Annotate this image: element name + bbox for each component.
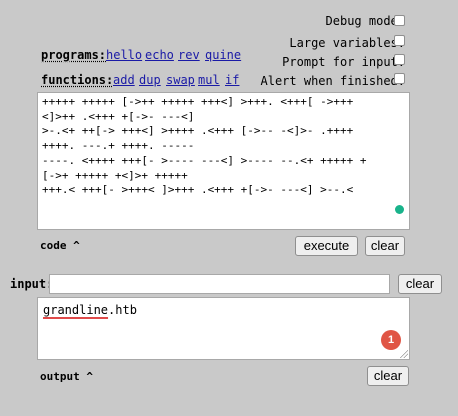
function-link-dup[interactable]: dup (139, 73, 161, 87)
clear-output-button[interactable]: clear (367, 366, 409, 386)
program-link-echo[interactable]: echo (145, 48, 174, 62)
alert-when-finished-label: Alert when finished: (260, 74, 406, 88)
code-line: <]>++ .<+++ +[->- ---<] (42, 109, 195, 123)
resize-handle[interactable] (400, 350, 408, 358)
input-label: input: (10, 277, 54, 291)
output-area: grandline.htb 1 (37, 297, 410, 360)
prompt-for-input-label: Prompt for input: (282, 55, 405, 69)
execute-button[interactable]: execute (295, 236, 358, 256)
code-editor[interactable]: +++++ +++++ [->++ +++++ +++<] >+++. <+++… (37, 92, 410, 230)
large-variables-label: Large variables: (289, 36, 405, 50)
function-link-add[interactable]: add (113, 73, 135, 87)
program-link-rev[interactable]: rev (178, 48, 200, 62)
code-line: ----. <++++ +++[- >---- ---<] >---- --.<… (42, 153, 367, 167)
functions-label: functions: (41, 73, 114, 87)
program-link-hello[interactable]: hello (106, 48, 142, 62)
alert-when-finished-checkbox[interactable] (394, 73, 405, 84)
output-section-toggle[interactable]: output ^ (40, 370, 93, 383)
code-section-toggle[interactable]: code ^ (40, 239, 80, 252)
program-link-quine[interactable]: quine (205, 48, 241, 62)
large-variables-checkbox[interactable] (394, 35, 405, 46)
function-link-mul[interactable]: mul (198, 73, 220, 87)
status-dot-icon (395, 205, 404, 214)
code-line: +++++ +++++ [->++ +++++ +++<] >+++. <+++… (42, 95, 354, 108)
error-count-badge: 1 (381, 330, 401, 350)
debug-mode-checkbox[interactable] (394, 15, 405, 26)
function-link-swap[interactable]: swap (166, 73, 195, 87)
output-text-host: grandline (43, 303, 109, 317)
clear-input-button[interactable]: clear (398, 274, 442, 294)
output-text-suffix: .htb (108, 303, 137, 317)
code-line: ++++. ---.+ ++++. ----- (42, 139, 195, 153)
input-field[interactable] (49, 274, 390, 294)
function-link-if[interactable]: if (225, 73, 239, 87)
prompt-for-input-checkbox[interactable] (394, 54, 405, 65)
bf-interpreter-app: Debug mode: Large variables: Prompt for … (0, 0, 458, 416)
code-line: [->+ +++++ +<]>+ +++++ (42, 168, 188, 182)
programs-label: programs: (41, 48, 107, 62)
clear-code-button[interactable]: clear (365, 236, 405, 256)
code-line: >-.<+ ++[-> +++<] >++++ .<+++ [->-- -<]>… (42, 124, 354, 138)
code-line: +++.< +++[- >+++< ]>+++ .<+++ +[->- ---<… (42, 183, 354, 197)
